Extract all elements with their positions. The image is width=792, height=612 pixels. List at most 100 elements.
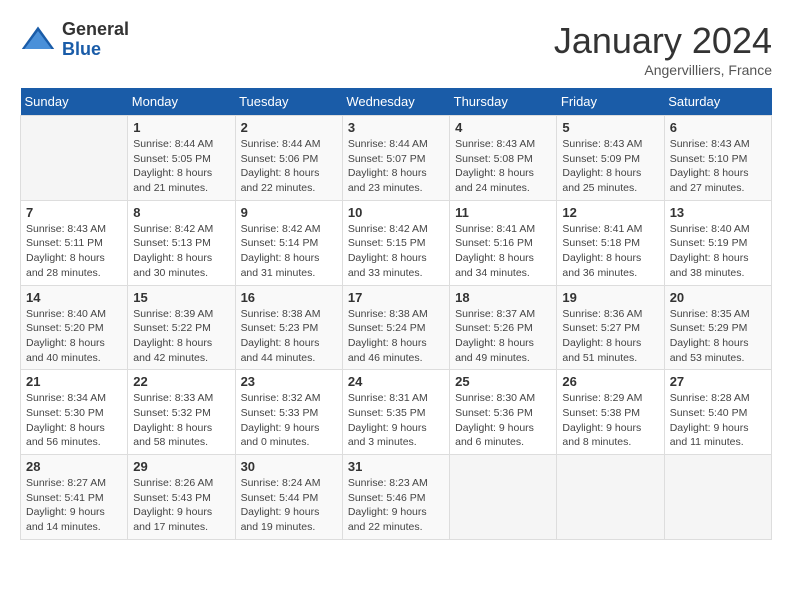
calendar-cell: 18 Sunrise: 8:37 AM Sunset: 5:26 PM Dayli…	[450, 285, 557, 370]
calendar-cell: 11 Sunrise: 8:41 AM Sunset: 5:16 PM Dayli…	[450, 200, 557, 285]
day-header-wednesday: Wednesday	[342, 88, 449, 116]
day-number: 28	[26, 459, 122, 474]
calendar-cell: 5 Sunrise: 8:43 AM Sunset: 5:09 PM Daylig…	[557, 116, 664, 201]
day-info: Sunrise: 8:34 AM Sunset: 5:30 PM Dayligh…	[26, 391, 122, 450]
day-info: Sunrise: 8:43 AM Sunset: 5:10 PM Dayligh…	[670, 137, 766, 196]
calendar-cell: 8 Sunrise: 8:42 AM Sunset: 5:13 PM Daylig…	[128, 200, 235, 285]
calendar-cell	[21, 116, 128, 201]
calendar-cell: 15 Sunrise: 8:39 AM Sunset: 5:22 PM Dayli…	[128, 285, 235, 370]
day-info: Sunrise: 8:32 AM Sunset: 5:33 PM Dayligh…	[241, 391, 337, 450]
day-number: 25	[455, 374, 551, 389]
calendar-cell: 14Sunrise: 8:40 AM Sunset: 5:20 PM Dayli…	[21, 285, 128, 370]
calendar-header-row: SundayMondayTuesdayWednesdayThursdayFrid…	[21, 88, 772, 116]
calendar-cell: 6 Sunrise: 8:43 AM Sunset: 5:10 PM Daylig…	[664, 116, 771, 201]
day-info: Sunrise: 8:28 AM Sunset: 5:40 PM Dayligh…	[670, 391, 766, 450]
calendar-cell: 3Sunrise: 8:44 AM Sunset: 5:07 PM Daylig…	[342, 116, 449, 201]
calendar-cell: 9 Sunrise: 8:42 AM Sunset: 5:14 PM Daylig…	[235, 200, 342, 285]
day-header-sunday: Sunday	[21, 88, 128, 116]
calendar-cell	[557, 455, 664, 540]
calendar-cell: 26 Sunrise: 8:29 AM Sunset: 5:38 PM Dayli…	[557, 370, 664, 455]
day-info: Sunrise: 8:37 AM Sunset: 5:26 PM Dayligh…	[455, 307, 551, 366]
day-info: Sunrise: 8:31 AM Sunset: 5:35 PM Dayligh…	[348, 391, 444, 450]
day-info: Sunrise: 8:44 AM Sunset: 5:07 PM Dayligh…	[348, 137, 444, 196]
day-number: 10	[348, 205, 444, 220]
day-info: Sunrise: 8:30 AM Sunset: 5:36 PM Dayligh…	[455, 391, 551, 450]
day-info: Sunrise: 8:41 AM Sunset: 5:18 PM Dayligh…	[562, 222, 658, 281]
day-header-saturday: Saturday	[664, 88, 771, 116]
day-number: 16	[241, 290, 337, 305]
day-number: 19	[562, 290, 658, 305]
calendar-cell: 16 Sunrise: 8:38 AM Sunset: 5:23 PM Dayli…	[235, 285, 342, 370]
calendar-week-row: 1 Sunrise: 8:44 AM Sunset: 5:05 PM Daylig…	[21, 116, 772, 201]
day-number: 26	[562, 374, 658, 389]
day-header-tuesday: Tuesday	[235, 88, 342, 116]
calendar-cell	[450, 455, 557, 540]
day-number: 21	[26, 374, 122, 389]
day-info: Sunrise: 8:40 AM Sunset: 5:20 PM Dayligh…	[26, 307, 122, 366]
day-number: 9	[241, 205, 337, 220]
logo: General Blue	[20, 20, 129, 60]
day-info: Sunrise: 8:42 AM Sunset: 5:15 PM Dayligh…	[348, 222, 444, 281]
day-number: 11	[455, 205, 551, 220]
calendar-cell: 20 Sunrise: 8:35 AM Sunset: 5:29 PM Dayli…	[664, 285, 771, 370]
logo-general-text: General	[62, 20, 129, 40]
calendar-cell: 21 Sunrise: 8:34 AM Sunset: 5:30 PM Dayli…	[21, 370, 128, 455]
calendar-cell: 7 Sunrise: 8:43 AM Sunset: 5:11 PM Daylig…	[21, 200, 128, 285]
day-info: Sunrise: 8:36 AM Sunset: 5:27 PM Dayligh…	[562, 307, 658, 366]
day-info: Sunrise: 8:24 AM Sunset: 5:44 PM Dayligh…	[241, 476, 337, 535]
day-number: 18	[455, 290, 551, 305]
day-number: 6	[670, 120, 766, 135]
day-info: Sunrise: 8:35 AM Sunset: 5:29 PM Dayligh…	[670, 307, 766, 366]
calendar-cell: 19 Sunrise: 8:36 AM Sunset: 5:27 PM Dayli…	[557, 285, 664, 370]
day-header-friday: Friday	[557, 88, 664, 116]
calendar-cell: 31Sunrise: 8:23 AM Sunset: 5:46 PM Dayli…	[342, 455, 449, 540]
calendar-week-row: 7 Sunrise: 8:43 AM Sunset: 5:11 PM Daylig…	[21, 200, 772, 285]
day-info: Sunrise: 8:41 AM Sunset: 5:16 PM Dayligh…	[455, 222, 551, 281]
day-info: Sunrise: 8:42 AM Sunset: 5:13 PM Dayligh…	[133, 222, 229, 281]
calendar-cell: 30 Sunrise: 8:24 AM Sunset: 5:44 PM Dayli…	[235, 455, 342, 540]
calendar-cell: 25 Sunrise: 8:30 AM Sunset: 5:36 PM Dayli…	[450, 370, 557, 455]
calendar-week-row: 14Sunrise: 8:40 AM Sunset: 5:20 PM Dayli…	[21, 285, 772, 370]
day-number: 13	[670, 205, 766, 220]
day-number: 30	[241, 459, 337, 474]
calendar-cell: 2 Sunrise: 8:44 AM Sunset: 5:06 PM Daylig…	[235, 116, 342, 201]
day-number: 1	[133, 120, 229, 135]
day-info: Sunrise: 8:38 AM Sunset: 5:23 PM Dayligh…	[241, 307, 337, 366]
calendar-cell	[664, 455, 771, 540]
calendar-cell: 17 Sunrise: 8:38 AM Sunset: 5:24 PM Dayli…	[342, 285, 449, 370]
day-info: Sunrise: 8:44 AM Sunset: 5:06 PM Dayligh…	[241, 137, 337, 196]
day-header-monday: Monday	[128, 88, 235, 116]
calendar-week-row: 21 Sunrise: 8:34 AM Sunset: 5:30 PM Dayli…	[21, 370, 772, 455]
day-info: Sunrise: 8:43 AM Sunset: 5:11 PM Dayligh…	[26, 222, 122, 281]
day-number: 24	[348, 374, 444, 389]
day-info: Sunrise: 8:38 AM Sunset: 5:24 PM Dayligh…	[348, 307, 444, 366]
calendar-week-row: 28 Sunrise: 8:27 AM Sunset: 5:41 PM Dayli…	[21, 455, 772, 540]
logo-text: General Blue	[62, 20, 129, 60]
calendar-cell: 29Sunrise: 8:26 AM Sunset: 5:43 PM Dayli…	[128, 455, 235, 540]
calendar-cell: 22Sunrise: 8:33 AM Sunset: 5:32 PM Dayli…	[128, 370, 235, 455]
day-info: Sunrise: 8:42 AM Sunset: 5:14 PM Dayligh…	[241, 222, 337, 281]
day-number: 5	[562, 120, 658, 135]
day-number: 2	[241, 120, 337, 135]
day-number: 12	[562, 205, 658, 220]
day-number: 7	[26, 205, 122, 220]
day-info: Sunrise: 8:33 AM Sunset: 5:32 PM Dayligh…	[133, 391, 229, 450]
day-number: 8	[133, 205, 229, 220]
day-number: 17	[348, 290, 444, 305]
title-area: January 2024 Angervilliers, France	[554, 20, 772, 78]
day-number: 15	[133, 290, 229, 305]
day-info: Sunrise: 8:44 AM Sunset: 5:05 PM Dayligh…	[133, 137, 229, 196]
calendar-cell: 27Sunrise: 8:28 AM Sunset: 5:40 PM Dayli…	[664, 370, 771, 455]
day-info: Sunrise: 8:43 AM Sunset: 5:09 PM Dayligh…	[562, 137, 658, 196]
day-number: 31	[348, 459, 444, 474]
day-info: Sunrise: 8:27 AM Sunset: 5:41 PM Dayligh…	[26, 476, 122, 535]
day-info: Sunrise: 8:39 AM Sunset: 5:22 PM Dayligh…	[133, 307, 229, 366]
day-info: Sunrise: 8:29 AM Sunset: 5:38 PM Dayligh…	[562, 391, 658, 450]
day-number: 20	[670, 290, 766, 305]
day-header-thursday: Thursday	[450, 88, 557, 116]
day-number: 29	[133, 459, 229, 474]
calendar-cell: 23Sunrise: 8:32 AM Sunset: 5:33 PM Dayli…	[235, 370, 342, 455]
day-number: 4	[455, 120, 551, 135]
calendar-cell: 1 Sunrise: 8:44 AM Sunset: 5:05 PM Daylig…	[128, 116, 235, 201]
calendar-cell: 4Sunrise: 8:43 AM Sunset: 5:08 PM Daylig…	[450, 116, 557, 201]
